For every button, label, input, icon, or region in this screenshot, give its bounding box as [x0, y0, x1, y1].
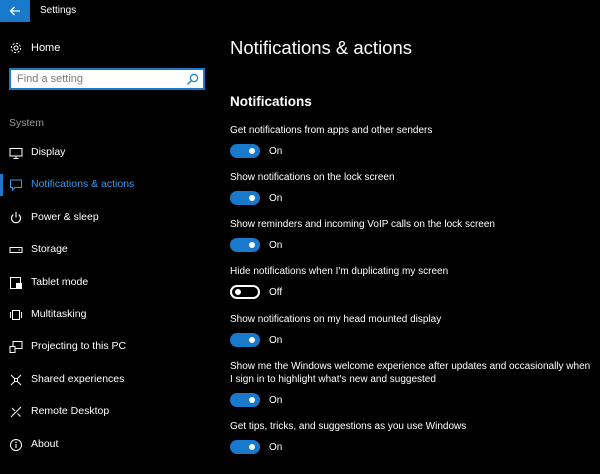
toggle-knob	[249, 195, 255, 201]
toggle-switch[interactable]	[230, 238, 260, 252]
toggle-switch[interactable]	[230, 144, 260, 158]
sidebar-item-tablet-mode[interactable]: Tablet mode	[0, 270, 215, 302]
toggle-state-label: On	[269, 145, 283, 157]
sidebar-section-label: System	[9, 117, 45, 129]
setting-tips-tricks: Get tips, tricks, and suggestions as you…	[230, 420, 595, 455]
search-icon[interactable]	[186, 73, 200, 86]
sidebar-item-projecting[interactable]: Projecting to this PC	[0, 334, 215, 366]
sidebar-item-multitasking[interactable]: Multitasking	[0, 302, 215, 334]
setting-label: Show notifications on my head mounted di…	[230, 314, 442, 325]
setting-label: Show reminders and incoming VoIP calls o…	[230, 219, 495, 230]
active-indicator	[0, 174, 3, 197]
sidebar-item-label: Remote Desktop	[31, 405, 110, 418]
settings-window: Settings Home System	[0, 0, 600, 474]
toggle-state-label: On	[269, 394, 283, 406]
search-input[interactable]	[11, 70, 183, 88]
toggle-switch[interactable]	[230, 333, 260, 347]
toggle-knob	[249, 337, 255, 343]
power-icon	[11, 211, 21, 223]
sidebar-item-label: Notifications & actions	[31, 178, 135, 191]
sidebar-item-label: About	[31, 437, 59, 450]
notifications-icon	[10, 179, 22, 192]
sidebar-item-label: Multitasking	[31, 307, 87, 320]
toggle-knob	[249, 148, 255, 154]
setting-head-mounted-display: Show notifications on my head mounted di…	[230, 313, 595, 348]
sidebar-item-home[interactable]: Home	[0, 38, 215, 58]
title-bar: Settings	[0, 0, 600, 22]
setting-label: Show notifications on the lock screen	[230, 172, 395, 183]
display-icon	[9, 148, 23, 159]
setting-hide-when-duplicating: Hide notifications when I'm duplicating …	[230, 265, 595, 300]
sidebar-item-label: Shared experiences	[31, 372, 125, 385]
setting-lock-screen-notifications: Show notifications on the lock screen On	[230, 171, 595, 206]
sidebar-home-label: Home	[31, 42, 61, 54]
toggle-knob	[249, 242, 255, 248]
sidebar-item-notifications[interactable]: Notifications & actions	[0, 172, 215, 204]
back-arrow-icon	[9, 6, 20, 16]
sidebar-item-label: Tablet mode	[31, 275, 89, 288]
setting-app-notifications: Get notifications from apps and other se…	[230, 124, 595, 159]
sidebar-item-storage[interactable]: Storage	[0, 237, 215, 269]
gear-icon	[9, 41, 23, 60]
sidebar-item-label: Power & sleep	[31, 210, 99, 223]
setting-label: Get notifications from apps and other se…	[230, 125, 433, 136]
toggle-switch[interactable]	[230, 440, 260, 454]
toggle-state-label: On	[269, 192, 283, 204]
toggle-switch[interactable]	[230, 393, 260, 407]
setting-label: Hide notifications when I'm duplicating …	[230, 266, 449, 277]
toggle-state-label: On	[269, 334, 283, 346]
toggle-state-label: On	[269, 441, 283, 453]
page-title: Notifications & actions	[230, 37, 413, 58]
projecting-icon	[9, 341, 23, 354]
app-title: Settings	[40, 5, 77, 16]
toggle-knob	[249, 397, 255, 403]
toggle-switch[interactable]	[230, 285, 260, 299]
sidebar-item-display[interactable]: Display	[0, 140, 215, 172]
remote-desktop-icon	[10, 406, 22, 418]
setting-label: Show me the Windows welcome experience a…	[230, 361, 591, 385]
toggle-knob	[249, 444, 255, 450]
shared-experiences-icon	[10, 374, 22, 386]
sidebar: Home System Display	[0, 22, 215, 474]
main-content: Notifications & actions Notifications Ge…	[230, 22, 595, 474]
sidebar-item-power-sleep[interactable]: Power & sleep	[0, 205, 215, 237]
sidebar-item-label: Display	[31, 146, 66, 158]
toggle-knob	[235, 289, 241, 295]
setting-reminders-voip: Show reminders and incoming VoIP calls o…	[230, 218, 595, 253]
back-button[interactable]	[0, 0, 30, 22]
setting-welcome-experience: Show me the Windows welcome experience a…	[230, 360, 595, 408]
sidebar-item-label: Projecting to this PC	[31, 340, 127, 353]
multitasking-icon	[10, 309, 22, 320]
info-icon	[10, 438, 22, 451]
sidebar-item-about[interactable]: About	[0, 432, 215, 464]
sidebar-item-shared-experiences[interactable]: Shared experiences	[0, 367, 215, 399]
toggle-state-label: Off	[269, 286, 283, 298]
tablet-mode-icon	[10, 276, 22, 289]
setting-label: Get tips, tricks, and suggestions as you…	[230, 421, 467, 432]
toggle-state-label: On	[269, 239, 283, 251]
sidebar-item-remote-desktop[interactable]: Remote Desktop	[0, 399, 215, 431]
search-box[interactable]	[9, 68, 205, 90]
sidebar-nav: Display Notifications & actions Power & …	[0, 140, 215, 464]
section-title: Notifications	[230, 94, 312, 109]
sidebar-item-label: Storage	[31, 243, 68, 256]
toggle-switch[interactable]	[230, 191, 260, 205]
storage-icon	[9, 247, 23, 254]
